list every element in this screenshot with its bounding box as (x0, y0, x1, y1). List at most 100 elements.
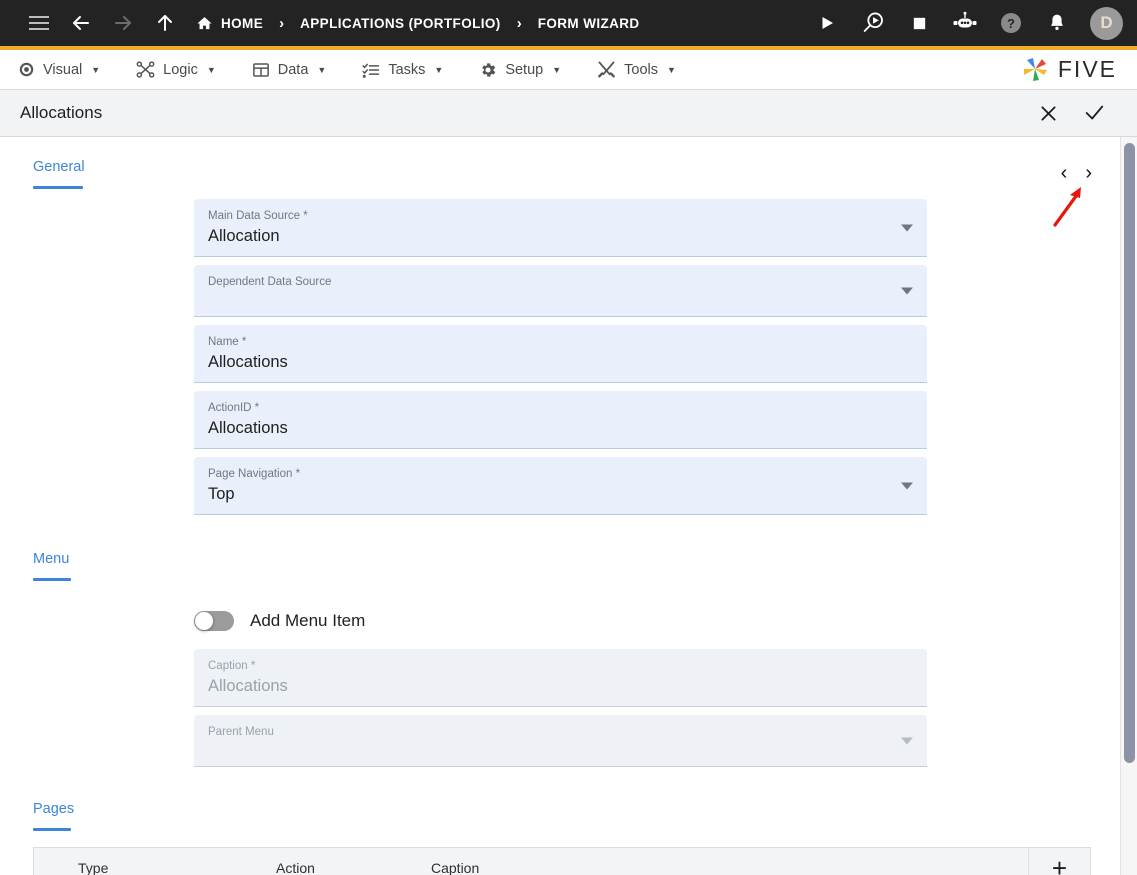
cancel-button[interactable] (1031, 96, 1065, 130)
menu-item-setup[interactable]: Setup ▼ (479, 61, 561, 79)
scrollbar-thumb[interactable] (1124, 143, 1135, 763)
field-label: ActionID * (208, 402, 260, 414)
next-page-button[interactable]: › (1085, 163, 1092, 183)
menu-item-tools[interactable]: Tools ▼ (597, 60, 676, 79)
chevron-down-icon: ▼ (667, 64, 676, 75)
checklist-icon (362, 61, 380, 79)
menu-item-tasks[interactable]: Tasks ▼ (362, 61, 443, 79)
vertical-scrollbar[interactable] (1120, 137, 1137, 875)
hamburger-menu-icon[interactable] (18, 2, 60, 44)
section-label-menu: Menu (33, 551, 70, 567)
section-tab-general[interactable]: General (33, 137, 85, 189)
top-navigation-bar: HOME › APPLICATIONS (PORTFOLIO) › FORM W… (0, 0, 1137, 50)
field-label: Parent Menu (208, 726, 274, 738)
forward-arrow-icon[interactable] (102, 2, 144, 44)
add-menu-item-row: Add Menu Item (194, 611, 1120, 631)
breadcrumb-separator: › (279, 14, 285, 32)
chevron-down-icon (901, 737, 913, 744)
field-value: Allocations (208, 677, 288, 695)
avatar[interactable]: D (1090, 6, 1123, 40)
home-icon (196, 15, 213, 32)
menu-item-logic[interactable]: Logic ▼ (136, 61, 216, 78)
menu-fields: Caption * Allocations Parent Menu (0, 649, 1120, 767)
table-grid-icon (252, 61, 270, 79)
menu-label-data: Data (277, 61, 309, 78)
search-play-icon[interactable] (852, 2, 894, 44)
field-label: Name * (208, 336, 247, 348)
field-label: Dependent Data Source (208, 276, 332, 288)
breadcrumb-item-applications[interactable]: APPLICATIONS (PORTFOLIO) (300, 16, 501, 31)
field-label: Main Data Source * (208, 210, 308, 222)
menu-label-tasks: Tasks (388, 61, 426, 78)
bell-icon[interactable] (1036, 2, 1078, 44)
chevron-down-icon: ▼ (206, 64, 216, 75)
breadcrumb-label-home: HOME (221, 15, 264, 31)
pages-table: Type Action Caption + Form (33, 847, 1091, 875)
breadcrumb-label-form-wizard: FORM WIZARD (537, 15, 640, 31)
avatar-initial: D (1100, 13, 1113, 32)
field-dependent-data-source[interactable]: Dependent Data Source (194, 265, 927, 317)
field-main-data-source[interactable]: Main Data Source * Allocation (194, 199, 927, 257)
brand-text: FIVE (1057, 56, 1117, 82)
save-button[interactable] (1077, 96, 1111, 130)
form-content-area: ‹ › General Main Data Source * Allocatio… (0, 137, 1137, 875)
field-name[interactable]: Name * Allocations (194, 325, 927, 383)
chevron-down-icon: ▼ (552, 64, 562, 75)
field-value: Allocations (208, 353, 288, 371)
add-menu-item-toggle[interactable] (194, 611, 234, 631)
menu-label-visual: Visual (43, 61, 83, 78)
pages-table-header: Type Action Caption + (34, 847, 1090, 875)
general-fields: Main Data Source * Allocation Dependent … (0, 199, 1120, 515)
menu-label-logic: Logic (163, 61, 198, 78)
field-value: Allocation (208, 227, 280, 245)
field-label: Page Navigation * (208, 468, 301, 480)
chevron-down-icon[interactable] (901, 224, 913, 231)
menu-section: Menu Add Menu Item Caption * Allocations… (0, 529, 1120, 767)
chevron-down-icon[interactable] (901, 287, 913, 294)
section-tab-pages[interactable]: Pages (33, 779, 74, 831)
breadcrumb-separator: › (516, 14, 522, 32)
section-label-pages: Pages (33, 801, 75, 817)
play-icon[interactable] (806, 2, 848, 44)
menu-label-tools: Tools (624, 61, 658, 78)
section-underline (33, 828, 71, 831)
toggle-knob (195, 612, 213, 630)
section-underline (33, 578, 71, 581)
section-label-general: General (33, 159, 85, 175)
breadcrumb-label-applications: APPLICATIONS (PORTFOLIO) (300, 15, 501, 31)
five-pinwheel-icon (1023, 57, 1047, 81)
section-underline (33, 186, 83, 189)
section-tab-menu[interactable]: Menu (33, 529, 71, 581)
help-icon[interactable]: ? (990, 2, 1032, 44)
back-arrow-icon[interactable] (60, 2, 102, 44)
previous-page-button[interactable]: ‹ (1061, 163, 1068, 183)
chevron-down-icon: ▼ (434, 64, 444, 75)
field-action-id[interactable]: ActionID * Allocations (194, 391, 927, 449)
form-title-bar: Allocations (0, 90, 1137, 137)
add-page-button[interactable]: + (1028, 847, 1090, 875)
topbar-right-group: ? D (806, 2, 1123, 44)
breadcrumb-item-form-wizard[interactable]: FORM WIZARD (538, 16, 640, 31)
field-label: Caption * (208, 660, 256, 672)
svg-text:?: ? (1007, 16, 1015, 31)
column-header-type: Type (78, 860, 109, 875)
menu-item-visual[interactable]: Visual ▼ (18, 61, 100, 78)
general-section: General Main Data Source * Allocation De… (0, 137, 1120, 515)
up-arrow-icon[interactable] (144, 2, 186, 44)
column-header-caption: Caption (431, 860, 480, 875)
field-page-navigation[interactable]: Page Navigation * Top (194, 457, 927, 515)
field-value: Allocations (208, 419, 288, 437)
field-value: Top (208, 485, 235, 503)
breadcrumb-item-home[interactable]: HOME (196, 15, 263, 32)
robot-icon[interactable] (944, 2, 986, 44)
chevron-down-icon: ▼ (317, 64, 327, 75)
annotation-arrow (1053, 187, 1081, 227)
pages-section: Pages Type Action Caption + Form (0, 779, 1120, 875)
form-scroll-content: ‹ › General Main Data Source * Allocatio… (0, 137, 1120, 875)
menu-label-setup: Setup (505, 61, 544, 78)
menu-item-data[interactable]: Data ▼ (252, 61, 327, 79)
chevron-down-icon[interactable] (901, 482, 913, 489)
field-parent-menu: Parent Menu (194, 715, 927, 767)
stop-icon[interactable] (898, 2, 940, 44)
topbar-left-group: HOME › APPLICATIONS (PORTFOLIO) › FORM W… (18, 2, 806, 44)
